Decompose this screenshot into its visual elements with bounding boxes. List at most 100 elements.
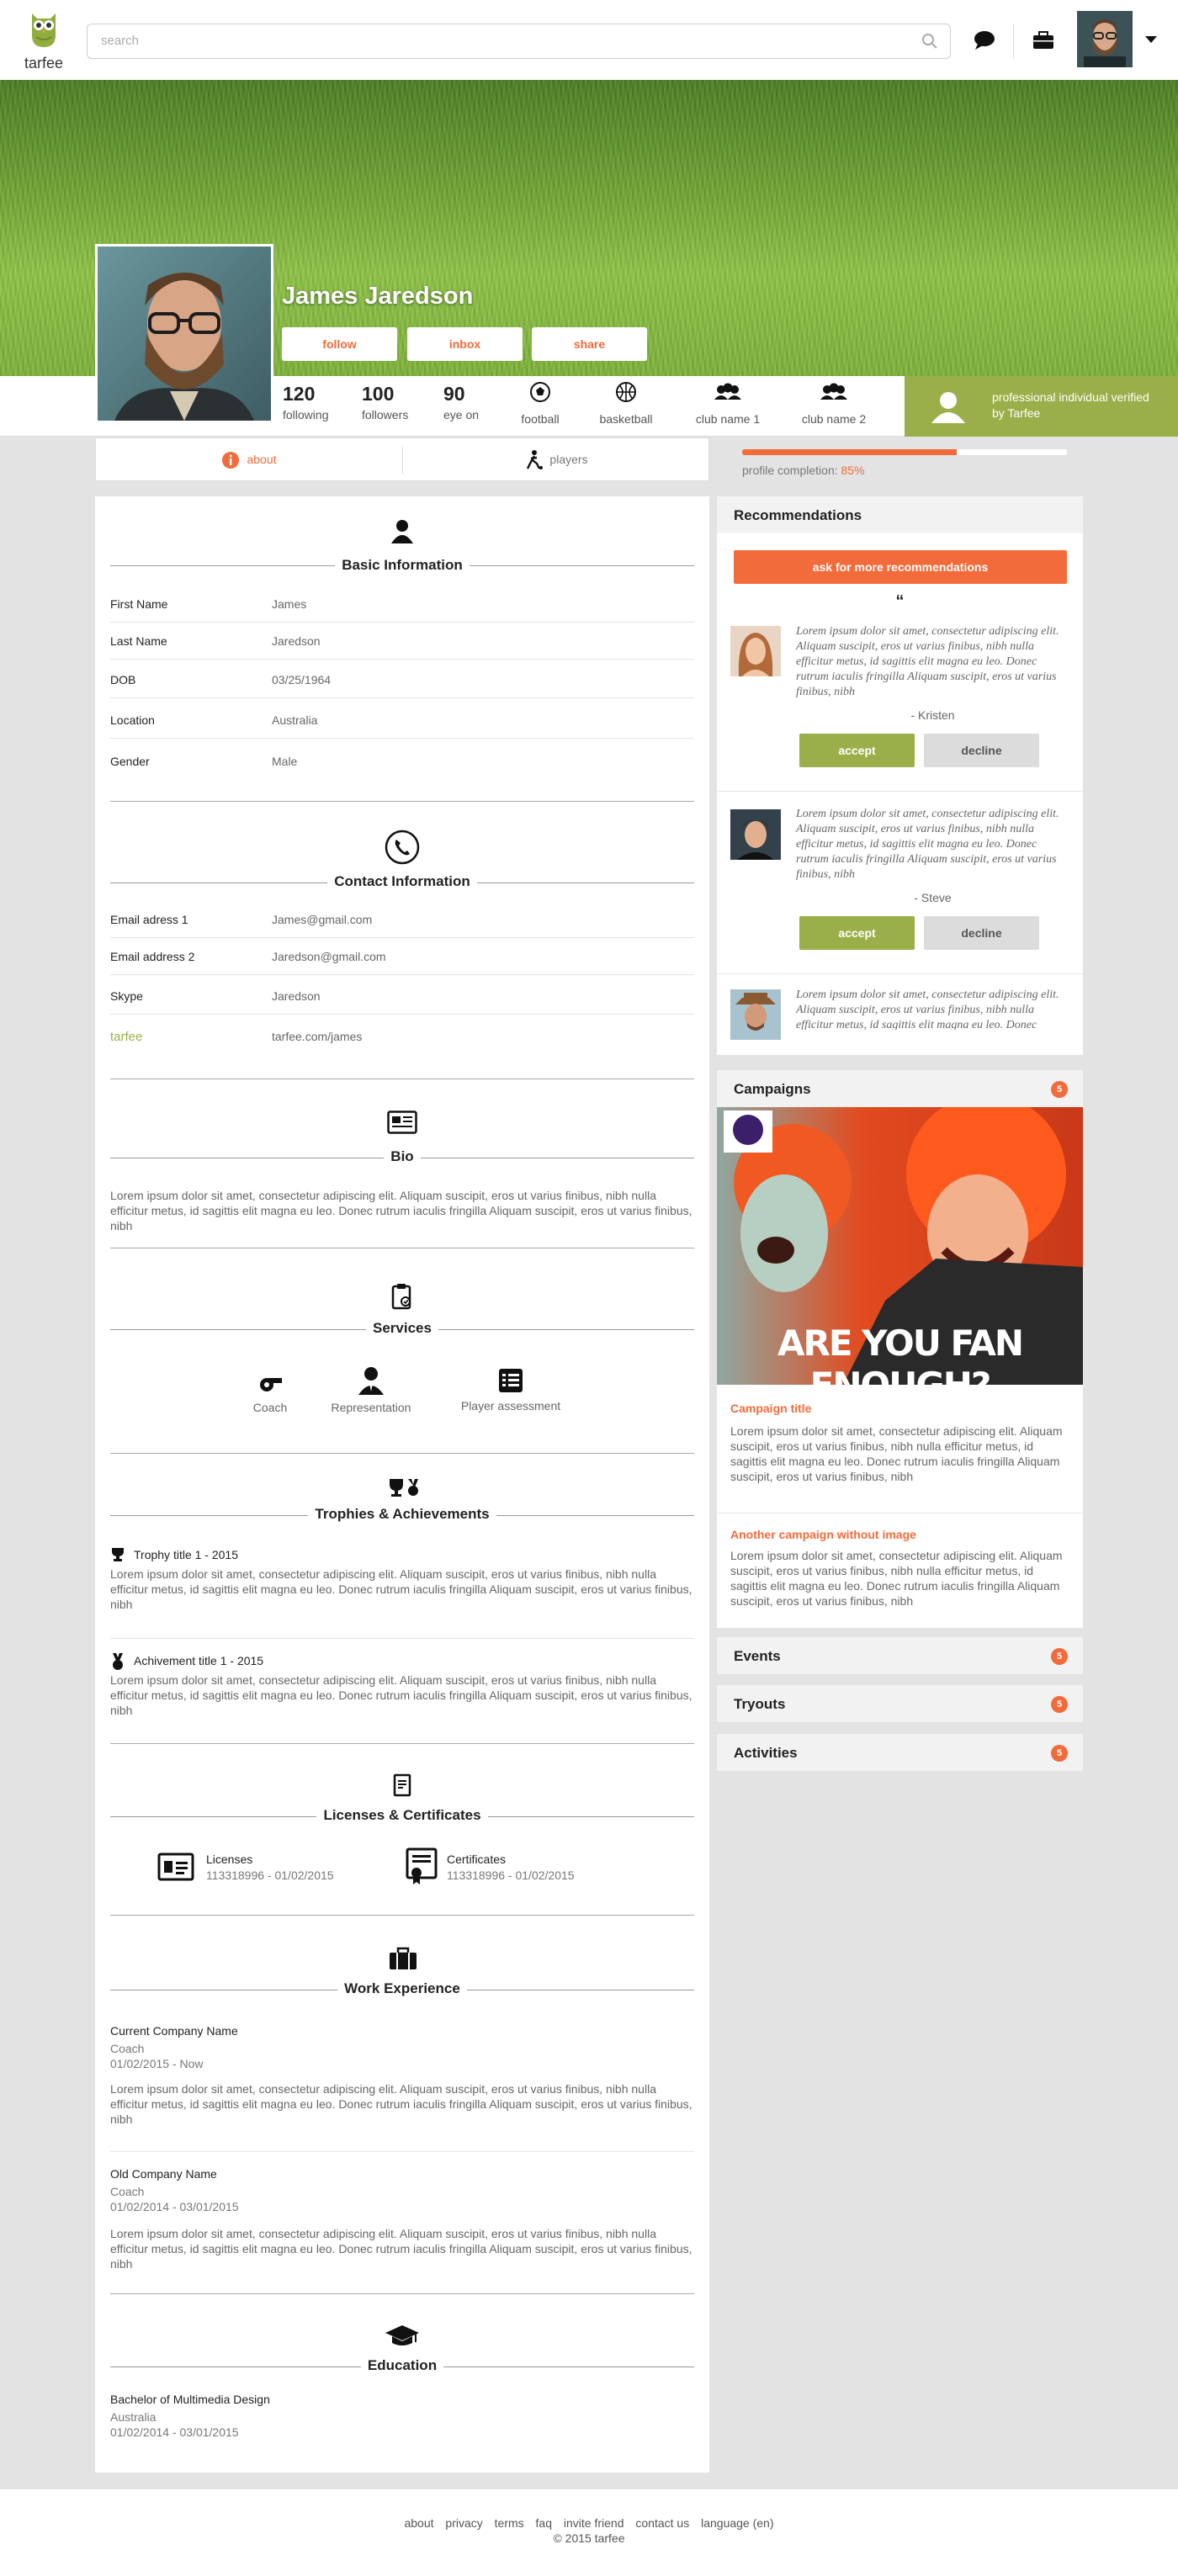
sport-label: football [521, 412, 560, 426]
field-value: Male [272, 755, 298, 768]
ask-recommendations-button[interactable]: ask for more recommendations [734, 550, 1067, 584]
decline-button[interactable]: decline [924, 916, 1039, 950]
decline-button[interactable]: decline [924, 734, 1039, 767]
field-label: First Name [110, 597, 168, 611]
share-button[interactable]: share [532, 327, 647, 361]
logo[interactable]: tarfee [22, 10, 66, 72]
field-value: James@gmail.com [272, 913, 373, 926]
activities-panel[interactable]: Activities 5 [717, 1734, 1083, 1771]
section-title-bio: Bio [95, 1148, 709, 1165]
accept-button[interactable]: accept [799, 734, 915, 767]
tarfee-wordmark: tarfee [110, 1030, 143, 1044]
search-icon[interactable] [921, 33, 938, 50]
count-badge: 5 [1051, 1081, 1068, 1098]
recommender-avatar [730, 626, 781, 676]
footer-link-contact[interactable]: contact us [635, 2516, 689, 2530]
field-label: Skype [110, 989, 143, 1003]
section-title-basic: Basic Information [95, 557, 709, 574]
info-row: Email adress 1 James@gmail.com [110, 901, 694, 938]
trophy-title: Trophy title 1 - 2015 [134, 1548, 238, 1561]
info-row: Email address 2 Jaredson@gmail.com [110, 938, 694, 975]
sport-football[interactable]: football [517, 381, 563, 426]
footer-link-language[interactable]: language (en) [701, 2516, 773, 2530]
field-value: Jaredson@gmail.com [272, 950, 386, 963]
item-divider [110, 1638, 694, 1639]
clipboard-icon [391, 1284, 411, 1310]
campaign-title[interactable]: Another campaign without image [730, 1528, 916, 1541]
panel-title: Campaigns [734, 1081, 811, 1097]
campaign-image[interactable]: ARE YOU FAN ENOUGH? [717, 1107, 1083, 1385]
section-title-services: Services [95, 1320, 709, 1337]
footer: about privacy terms faq invite friend co… [0, 2489, 1178, 2576]
achievement-title: Achivement title 1 - 2015 [134, 1654, 264, 1667]
footer-link-faq[interactable]: faq [536, 2516, 552, 2530]
tab-players[interactable]: players [403, 438, 709, 480]
search-box[interactable] [87, 24, 951, 59]
license-card-icon [157, 1852, 194, 1881]
recommendation-quote: Lorem ipsum dolor sit amet, consectetur … [796, 625, 1059, 698]
basketball-icon [616, 382, 636, 402]
search-input[interactable] [101, 24, 909, 56]
recommender-avatar [730, 809, 781, 860]
tab-about-label: about [247, 453, 277, 466]
recommendation-quote: Lorem ipsum dolor sit amet, consectetur … [796, 808, 1059, 881]
briefcase-icon[interactable] [1032, 30, 1055, 50]
footer-link-terms[interactable]: terms [495, 2516, 524, 2530]
education-place: Australia [110, 2410, 157, 2424]
footer-link-about[interactable]: about [404, 2516, 433, 2530]
owl-logo-icon [32, 13, 56, 47]
chevron-down-icon[interactable] [1144, 35, 1158, 44]
footer-link-privacy[interactable]: privacy [445, 2516, 482, 2530]
club-label: club name 1 [695, 412, 761, 426]
panel-header: Campaigns 5 [717, 1070, 1083, 1107]
stat-eye-on[interactable]: 90 eye on [443, 383, 479, 421]
trophy-icon [112, 1548, 124, 1561]
job-role: Coach [110, 2042, 145, 2055]
section-separator [110, 1915, 694, 1916]
campaigns-panel: Campaigns 5 ARE YOU FAN ENOUGH? Campaign… [717, 1070, 1083, 1628]
club-2[interactable]: club name 2 [796, 381, 872, 426]
recommendation-divider [717, 791, 1083, 792]
service-coach: Coach [236, 1371, 304, 1414]
panel-title: Activities [734, 1745, 798, 1761]
section-separator [110, 801, 694, 802]
assessment-list-icon [499, 1369, 523, 1392]
count-badge: 5 [1051, 1745, 1068, 1762]
job-description: Lorem ipsum dolor sit amet, consectetur … [110, 2227, 692, 2271]
user-avatar[interactable] [1077, 11, 1133, 67]
info-row: Gender Male [110, 743, 694, 780]
accept-button[interactable]: accept [799, 916, 915, 950]
stat-followers[interactable]: 100 followers [362, 383, 408, 421]
sport-basketball[interactable]: basketball [594, 381, 658, 426]
campaign-title[interactable]: Campaign title [730, 1402, 811, 1415]
club-1[interactable]: club name 1 [690, 381, 766, 426]
info-row: DOB 03/25/1964 [110, 661, 694, 698]
stat-value: 90 [443, 383, 465, 405]
stat-label: followers [362, 408, 409, 421]
tab-about[interactable]: about [96, 438, 402, 480]
events-panel[interactable]: Events 5 [717, 1637, 1083, 1674]
profile-completion-bar [742, 449, 1067, 455]
section-title-trophies: Trophies & Achievements [95, 1506, 709, 1523]
top-bar: tarfee [0, 0, 1178, 80]
license-label: Licenses [206, 1852, 253, 1866]
service-label: Coach [252, 1401, 288, 1414]
service-representation: Representation [321, 1366, 422, 1414]
chat-icon[interactable] [973, 30, 996, 50]
club-label: club name 2 [801, 412, 867, 426]
info-row: Location Australia [110, 702, 694, 739]
field-label: Email adress 1 [110, 913, 188, 926]
inbox-button[interactable]: inbox [407, 327, 523, 361]
company-name: Old Company Name [110, 2167, 217, 2181]
footer-link-invite[interactable]: invite friend [564, 2516, 624, 2530]
recommender-image [730, 626, 781, 676]
about-card: Basic Information First Name James Last N… [95, 496, 709, 2473]
work-briefcase-icon [390, 1947, 417, 1969]
follow-button[interactable]: follow [282, 327, 397, 361]
club-group-icon [820, 383, 847, 400]
field-label: Location [110, 713, 155, 727]
graduation-cap-icon [385, 2325, 419, 2345]
tryouts-panel[interactable]: Tryouts 5 [717, 1685, 1083, 1722]
stat-label: following [283, 408, 329, 421]
stat-following[interactable]: 120 following [283, 383, 328, 421]
